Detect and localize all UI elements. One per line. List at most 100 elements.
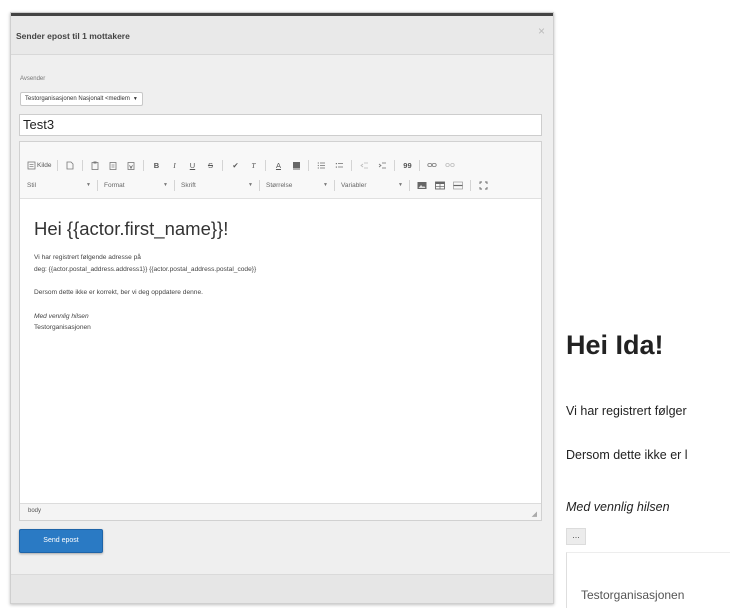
table-button[interactable] [432, 179, 448, 191]
horizontal-rule-button[interactable] [450, 179, 466, 191]
toolbar-row-2: Stil ▼ Format ▼ Skrift ▼ Størrelse ▼ Var… [24, 179, 537, 191]
maximize-icon [479, 181, 487, 189]
preview-greeting: Med vennlig hilsen [566, 500, 670, 514]
source-label: Kilde [37, 161, 52, 169]
italic-button[interactable]: I [166, 159, 182, 171]
subject-input[interactable]: Test3 [19, 114, 542, 136]
email-modal: Sender epost til 1 mottakere × Avsender … [10, 12, 554, 604]
paste-text-button[interactable] [105, 159, 121, 171]
editor-content[interactable]: Hei {{actor.first_name}}! Vi har registr… [30, 206, 531, 334]
toolbar-separator [419, 159, 421, 171]
toolbar-separator [57, 159, 59, 171]
variables-dropdown-label: Variabler [341, 181, 367, 189]
bg-color-icon [292, 161, 300, 169]
send-email-button[interactable]: Send epost [19, 529, 103, 553]
toolbar-separator [97, 179, 98, 191]
paste-icon [92, 161, 99, 170]
font-dropdown[interactable]: Skrift ▼ [178, 179, 256, 191]
toolbar-separator [222, 159, 224, 171]
bold-button[interactable]: B [148, 159, 164, 171]
outdent-button[interactable] [356, 159, 372, 171]
unlink-button[interactable] [442, 159, 458, 171]
unlink-icon [445, 163, 456, 167]
source-button[interactable]: Kilde [25, 159, 53, 171]
image-button[interactable] [414, 179, 430, 191]
paste-text-icon [110, 161, 117, 170]
outdent-icon [360, 162, 368, 168]
chevron-down-icon: ▼ [86, 182, 91, 188]
indent-button[interactable] [374, 159, 390, 171]
horizontal-rule-icon [453, 181, 463, 189]
editor-paragraph-2: Dersom dette ikke er korrekt, ber vi deg… [34, 289, 203, 296]
clear-format-button[interactable]: T [245, 159, 261, 171]
numbered-list-button[interactable] [313, 159, 329, 171]
chevron-down-icon: ▼ [132, 96, 138, 102]
chevron-down-icon: ▼ [398, 182, 403, 188]
format-dropdown[interactable]: Format ▼ [101, 179, 171, 191]
modal-title: Sender epost til 1 mottakere [16, 31, 130, 41]
toolbar-separator [394, 159, 396, 171]
editor-paragraph-1-line-2: deg: {{actor.postal_address.address1}} {… [34, 265, 257, 273]
numbered-list-icon [317, 161, 325, 169]
image-icon [417, 181, 427, 189]
maximize-button[interactable] [475, 179, 491, 191]
editor-heading: Hei {{actor.first_name}}! [34, 218, 229, 239]
toolbar-separator [265, 159, 267, 171]
toolbar-separator [470, 179, 471, 191]
preview-heading: Hei Ida! [566, 330, 664, 360]
blockquote-button[interactable]: 99 [399, 159, 415, 171]
source-icon [27, 161, 36, 169]
strikethrough-button[interactable]: S [202, 159, 218, 171]
toolbar-separator [259, 179, 260, 191]
toolbar-row-1: Kilde B I U S ✔ T A 99 [24, 159, 537, 171]
close-icon[interactable]: × [538, 25, 545, 37]
toolbar-separator [308, 159, 310, 171]
bg-color-button[interactable] [288, 159, 304, 171]
editor-greeting: Med vennlig hilsen [34, 312, 89, 320]
toolbar-separator [82, 159, 84, 171]
link-icon [427, 163, 438, 167]
preview-signature: Testorganisasjonen [581, 588, 685, 602]
chevron-down-icon: ▼ [163, 182, 168, 188]
preview-paragraph-2: Dersom dette ikke er l [566, 448, 688, 462]
font-dropdown-label: Skrift [181, 181, 196, 189]
toolbar-separator [143, 159, 145, 171]
editor-toolbar: Kilde B I U S ✔ T A 99 Stil ▼ Format ▼ S… [20, 142, 541, 199]
rich-text-editor: Kilde B I U S ✔ T A 99 Stil ▼ Format ▼ S… [19, 141, 542, 521]
size-dropdown[interactable]: Størrelse ▼ [263, 179, 331, 191]
underline-button[interactable]: U [184, 159, 200, 171]
new-page-button[interactable] [62, 159, 78, 171]
style-dropdown[interactable]: Stil ▼ [24, 179, 94, 191]
modal-footer [11, 574, 553, 603]
table-icon [435, 181, 445, 189]
chevron-down-icon: ▼ [323, 182, 328, 188]
resize-handle-icon[interactable]: ◢ [532, 510, 537, 518]
editor-paragraph-1-line-1: Vi har registrert følgende adresse på [34, 254, 141, 261]
spellcheck-button[interactable]: ✔ [227, 159, 243, 171]
new-page-icon [67, 161, 74, 169]
variables-dropdown[interactable]: Variabler ▼ [338, 179, 406, 191]
bulleted-list-button[interactable] [331, 159, 347, 171]
paste-word-icon [128, 161, 135, 170]
from-select-value: Testorganisasjonen Nasjonalt <medlem [25, 96, 130, 102]
size-dropdown-label: Størrelse [266, 181, 293, 189]
editor-signature: Testorganisasjonen [34, 324, 91, 331]
preview-paragraph-1: Vi har registrert følger [566, 404, 687, 418]
editor-statusbar: body ◢ [20, 503, 541, 520]
toolbar-separator [174, 179, 175, 191]
paste-button[interactable] [87, 159, 103, 171]
bulleted-list-icon [335, 162, 343, 168]
toolbar-separator [351, 159, 353, 171]
element-path[interactable]: body [28, 508, 41, 514]
format-dropdown-label: Format [104, 181, 125, 189]
from-select[interactable]: Testorganisasjonen Nasjonalt <medlem ▼ [20, 92, 143, 106]
modal-header: Sender epost til 1 mottakere × [11, 16, 553, 55]
paste-word-button[interactable] [123, 159, 139, 171]
text-color-button[interactable]: A [270, 159, 286, 171]
toolbar-separator [334, 179, 335, 191]
show-trimmed-content-button[interactable]: ... [566, 528, 586, 545]
indent-icon [378, 162, 386, 168]
link-button[interactable] [424, 159, 440, 171]
